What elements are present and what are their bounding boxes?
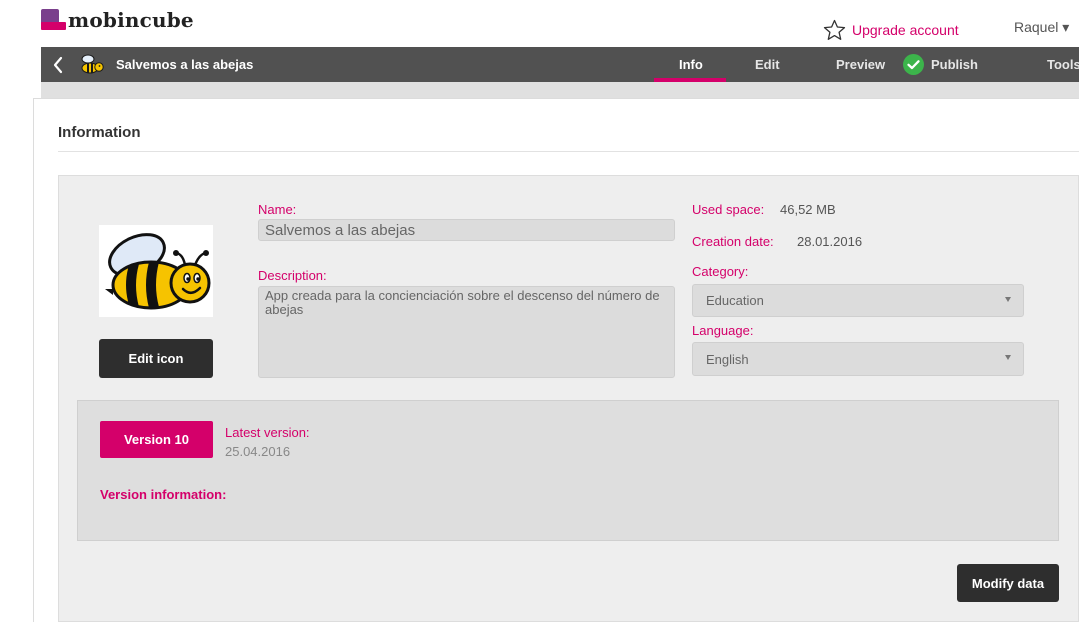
version-panel: [77, 400, 1059, 541]
latest-version-label: Latest version:: [225, 425, 310, 440]
category-label: Category:: [692, 264, 749, 279]
tab-publish[interactable]: Publish: [931, 57, 978, 72]
check-circle-icon: [903, 54, 924, 75]
app-icon-preview: [99, 225, 213, 317]
description-field[interactable]: App creada para la concienciación sobre …: [258, 286, 675, 378]
section-title: Information: [58, 124, 141, 141]
tab-preview[interactable]: Preview: [836, 57, 885, 72]
tab-info[interactable]: Info: [679, 57, 703, 72]
app-name-field[interactable]: Salvemos a las abejas: [258, 219, 675, 241]
creation-date-label: Creation date:: [692, 234, 774, 249]
used-space-label: Used space:: [692, 202, 765, 217]
name-label: Name:: [258, 202, 297, 217]
logo-mark-icon: [41, 9, 66, 31]
category-selected-value: Education: [706, 293, 764, 308]
modify-data-button[interactable]: Modify data: [957, 564, 1059, 602]
chevron-left-icon[interactable]: [51, 55, 65, 75]
app-navbar: Salvemos a las abejas Info Edit Preview …: [41, 47, 1079, 82]
bee-app-icon: [81, 54, 104, 74]
edit-icon-button[interactable]: Edit icon: [99, 339, 213, 378]
tab-edit[interactable]: Edit: [755, 57, 780, 72]
brand-name: mobincube: [68, 8, 194, 32]
nav-shadow-strip: [41, 82, 1079, 98]
dropdown-arrow-icon: [1005, 297, 1011, 302]
bee-app-icon: [105, 233, 211, 310]
latest-version-date: 25.04.2016: [225, 444, 291, 459]
language-selected-value: English: [706, 351, 749, 367]
creation-date-value: 28.01.2016: [797, 234, 863, 249]
tab-tools[interactable]: Tools: [1047, 57, 1079, 72]
language-select[interactable]: English: [692, 342, 1024, 376]
top-header: mobincube Upgrade account Raquel ▾: [0, 0, 1079, 47]
version-button[interactable]: Version 10: [100, 421, 213, 458]
category-select[interactable]: Education: [692, 284, 1024, 317]
section-divider: [58, 151, 1079, 152]
description-label: Description:: [258, 268, 327, 283]
brand-logo[interactable]: mobincube: [41, 9, 194, 31]
used-space-value: 46,52 MB: [780, 202, 836, 217]
version-information-label: Version information:: [100, 487, 227, 502]
language-label: Language:: [692, 323, 754, 338]
upgrade-account-link[interactable]: Upgrade account: [822, 19, 959, 41]
dropdown-arrow-icon: [1005, 355, 1011, 360]
user-menu[interactable]: Raquel ▾: [1014, 19, 1069, 36]
upgrade-account-label: Upgrade account: [852, 22, 959, 38]
star-outline-icon: [823, 19, 846, 40]
app-name: Salvemos a las abejas: [116, 57, 254, 72]
